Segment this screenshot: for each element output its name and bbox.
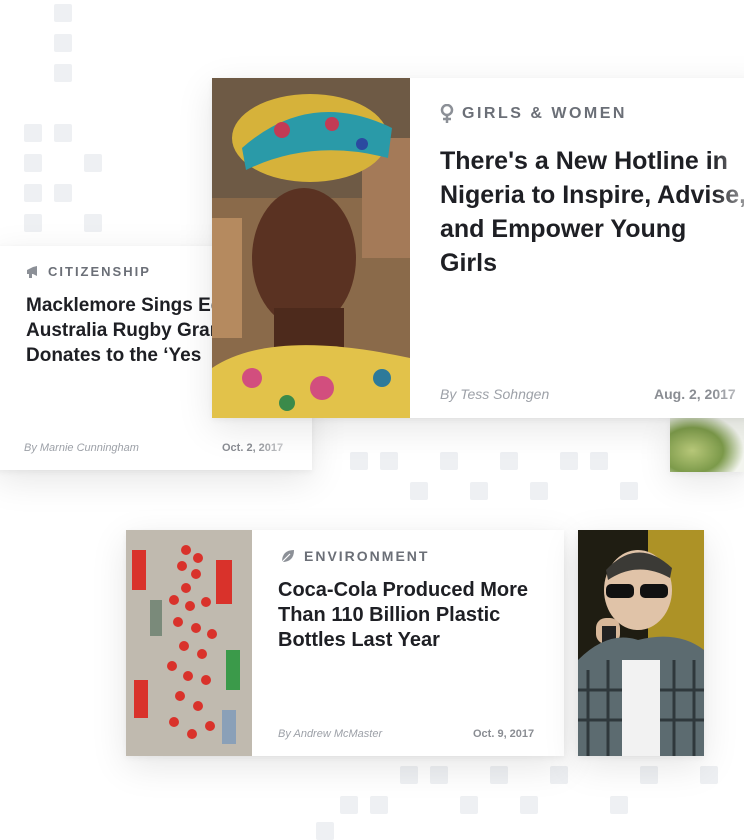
background-tile xyxy=(54,4,72,22)
background-tile xyxy=(24,214,42,232)
background-tile xyxy=(500,452,518,470)
category-label[interactable]: Girls & Women xyxy=(462,105,627,123)
female-symbol-icon xyxy=(440,104,454,123)
category-row: Girls & Women xyxy=(440,104,627,124)
background-tile xyxy=(84,214,102,232)
background-tile xyxy=(620,482,638,500)
article-card-girls-women[interactable]: Girls & Women There's a New Hotline in N… xyxy=(212,78,744,418)
background-tile xyxy=(350,452,368,470)
megaphone-icon xyxy=(27,265,37,278)
background-tile xyxy=(430,766,448,784)
article-date: Aug. 2, 2017 xyxy=(654,386,736,402)
category-label[interactable]: Citizenship xyxy=(48,264,151,279)
article-date: Oct. 9, 2017 xyxy=(473,728,535,740)
background-tile xyxy=(700,766,718,784)
background-tile xyxy=(54,64,72,82)
article-title[interactable]: Coca-Cola Produced More Than 110 Billion… xyxy=(278,578,546,653)
background-tile xyxy=(54,34,72,52)
background-tile xyxy=(490,766,508,784)
background-tile xyxy=(84,154,102,172)
background-tile xyxy=(54,124,72,142)
leaf-icon xyxy=(281,550,294,563)
background-tile xyxy=(560,452,578,470)
category-row: Citizenship xyxy=(26,264,151,279)
background-tile xyxy=(530,482,548,500)
background-tile xyxy=(316,822,334,840)
background-tile xyxy=(380,452,398,470)
background-tile xyxy=(410,482,428,500)
background-tile xyxy=(520,796,538,814)
article-author[interactable]: By Marnie Cunningham xyxy=(24,442,139,454)
article-card-partial-image[interactable] xyxy=(670,418,744,472)
background-tile xyxy=(400,766,418,784)
background-tile xyxy=(470,482,488,500)
category-row: Environment xyxy=(280,548,429,564)
background-tile xyxy=(440,452,458,470)
article-title[interactable]: There's a New Hotline in Nigeria to Insp… xyxy=(440,144,744,280)
background-tile xyxy=(340,796,358,814)
background-tile xyxy=(370,796,388,814)
background-tile xyxy=(24,124,42,142)
article-image[interactable] xyxy=(212,78,410,418)
background-tile xyxy=(610,796,628,814)
background-tile xyxy=(24,184,42,202)
background-tile xyxy=(590,452,608,470)
young-woman-in-headwrap-photo xyxy=(212,78,410,418)
greenery-thumbnail xyxy=(670,418,744,472)
background-tile xyxy=(550,766,568,784)
background-tile xyxy=(54,184,72,202)
background-tile xyxy=(640,766,658,784)
article-author[interactable]: By Tess Sohngen xyxy=(440,386,549,402)
article-author[interactable]: By Andrew McMaster xyxy=(278,728,382,740)
performer-in-sunglasses-photo xyxy=(578,530,704,756)
plastic-bottles-and-caps-photo xyxy=(126,530,252,756)
article-image[interactable] xyxy=(126,530,252,756)
category-label[interactable]: Environment xyxy=(304,548,429,564)
article-card-performer[interactable] xyxy=(578,530,704,756)
background-tile xyxy=(460,796,478,814)
article-card-environment[interactable]: Environment Coca-Cola Produced More Than… xyxy=(126,530,564,756)
article-date: Oct. 2, 2017 xyxy=(222,442,284,454)
background-tile xyxy=(24,154,42,172)
